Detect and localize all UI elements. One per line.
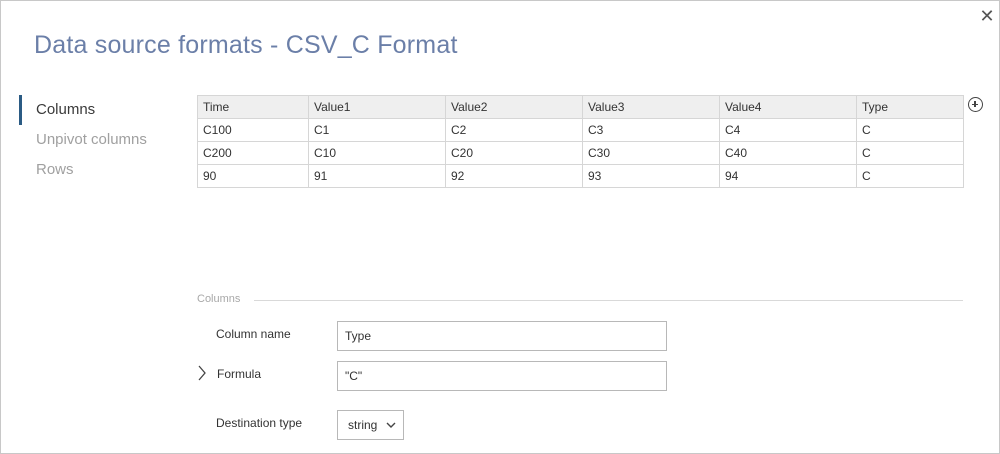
destination-type-label: Destination type (216, 416, 303, 430)
table-cell[interactable]: 91 (308, 164, 446, 188)
table-cell[interactable]: C2 (445, 118, 583, 142)
chevron-right-icon[interactable] (197, 365, 207, 381)
table-cell[interactable]: 92 (445, 164, 583, 188)
table-cell[interactable]: 94 (719, 164, 857, 188)
formula-label: Formula (217, 367, 262, 381)
table-cell[interactable]: C30 (582, 141, 720, 165)
add-column-icon[interactable] (968, 97, 983, 112)
table-cell[interactable]: 90 (197, 164, 309, 188)
destination-type-select[interactable]: string (337, 410, 404, 440)
data-source-format-dialog: ✕ Data source formats - CSV_C Format Col… (0, 0, 1000, 454)
table-row: 90 91 92 93 94 C (197, 164, 964, 188)
table-row: C200 C10 C20 C30 C40 C (197, 141, 964, 165)
close-icon[interactable]: ✕ (977, 7, 997, 27)
table-cell[interactable]: C3 (582, 118, 720, 142)
nav-item-unpivot-columns[interactable]: Unpivot columns (19, 125, 179, 155)
table-cell[interactable]: 93 (582, 164, 720, 188)
dialog-title: Data source formats - CSV_C Format (34, 31, 458, 59)
column-header-time[interactable]: Time (197, 95, 309, 119)
table-cell[interactable]: C20 (445, 141, 583, 165)
preview-table: Time Value1 Value2 Value3 Value4 Type C1… (197, 95, 964, 188)
table-cell[interactable]: C10 (308, 141, 446, 165)
column-header-value2[interactable]: Value2 (445, 95, 583, 119)
table-cell[interactable]: C (856, 164, 964, 188)
column-name-input[interactable] (337, 321, 667, 351)
column-name-label: Column name (216, 327, 291, 341)
table-cell[interactable]: C (856, 118, 964, 142)
nav-item-columns[interactable]: Columns (19, 95, 179, 125)
column-header-value3[interactable]: Value3 (582, 95, 720, 119)
table-cell[interactable]: C4 (719, 118, 857, 142)
column-header-value1[interactable]: Value1 (308, 95, 446, 119)
table-cell[interactable]: C100 (197, 118, 309, 142)
chevron-down-icon (386, 422, 396, 428)
destination-type-value: string (348, 418, 378, 432)
table-cell[interactable]: C (856, 141, 964, 165)
table-header-row: Time Value1 Value2 Value3 Value4 Type (197, 95, 964, 119)
table-row: C100 C1 C2 C3 C4 C (197, 118, 964, 142)
table-cell[interactable]: C1 (308, 118, 446, 142)
section-divider (197, 300, 963, 301)
side-nav: Columns Unpivot columns Rows (19, 95, 179, 185)
table-cell[interactable]: C200 (197, 141, 309, 165)
columns-section-header: Columns (197, 293, 963, 307)
section-label: Columns (197, 293, 255, 305)
column-header-type[interactable]: Type (856, 95, 964, 119)
nav-item-rows[interactable]: Rows (19, 155, 179, 185)
table-cell[interactable]: C40 (719, 141, 857, 165)
column-header-value4[interactable]: Value4 (719, 95, 857, 119)
formula-input[interactable] (337, 361, 667, 391)
